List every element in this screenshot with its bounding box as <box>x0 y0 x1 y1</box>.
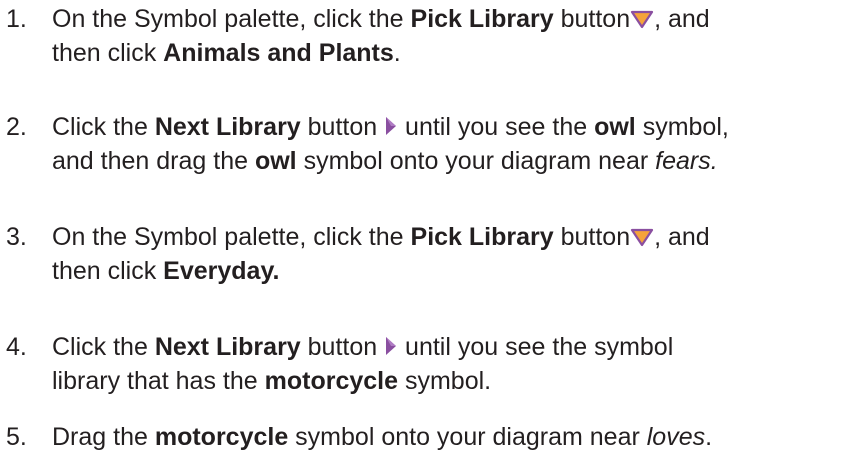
pick-library-label: Pick Library <box>410 5 554 33</box>
next-library-arrow-icon <box>384 335 398 357</box>
text-span: button <box>300 113 385 141</box>
symbol-name: motorcycle <box>154 423 289 451</box>
text-span: Click the <box>52 333 155 361</box>
step-line: On the Symbol palette, click the Pick Li… <box>52 220 852 254</box>
step-text: On the Symbol palette, click the Pick Li… <box>52 220 852 288</box>
pick-library-triangle-icon <box>630 9 654 29</box>
step-number: 3. <box>6 223 27 251</box>
text-span: library that has the <box>52 367 265 395</box>
text-span: . <box>393 39 401 67</box>
symbol-name: motorcycle <box>264 367 399 395</box>
next-library-label: Next Library <box>154 113 301 141</box>
library-name: Animals and Plants <box>163 39 394 67</box>
step-line: Click the Next Library button until you … <box>52 330 852 364</box>
step-number: 2. <box>6 113 27 141</box>
step-line: Click the Next Library button until you … <box>52 110 852 144</box>
diagram-word: fears. <box>655 147 718 175</box>
text-span: On the Symbol palette, click the <box>52 5 411 33</box>
diagram-word: loves <box>646 423 706 451</box>
text-span: , and <box>654 223 710 251</box>
step-number: 5. <box>6 423 27 451</box>
step-text: Click the Next Library button until you … <box>52 330 852 398</box>
symbol-name: owl <box>594 113 636 141</box>
next-library-label: Next Library <box>154 333 301 361</box>
symbol-name: owl <box>254 147 297 175</box>
step-line: then click Everyday. <box>52 254 852 288</box>
step-line: then click Animals and Plants. <box>52 36 852 70</box>
next-library-arrow-icon <box>384 115 398 137</box>
step-line: Drag the motorcycle symbol onto your dia… <box>52 420 852 454</box>
library-name: Everyday. <box>163 257 280 285</box>
text-span: symbol onto your diagram near <box>288 423 647 451</box>
text-span: until you see the <box>398 113 595 141</box>
step-number: 4. <box>6 333 27 361</box>
step-number: 1. <box>6 5 27 33</box>
pick-library-triangle-icon <box>630 227 654 247</box>
pick-library-label: Pick Library <box>410 223 554 251</box>
text-span: Drag the <box>52 423 155 451</box>
text-span: button <box>300 333 385 361</box>
text-span: button <box>553 223 631 251</box>
text-span: until you see the symbol <box>398 333 674 361</box>
step-line: library that has the motorcycle symbol. <box>52 364 852 398</box>
text-span: symbol onto your diagram near <box>296 147 656 175</box>
text-span: Click the <box>52 113 155 141</box>
text-span: On the Symbol palette, click the <box>52 223 411 251</box>
step-line: and then drag the owl symbol onto your d… <box>52 144 852 178</box>
text-span: button <box>553 5 631 33</box>
text-span: then click <box>52 257 164 285</box>
text-span: symbol, <box>635 113 729 141</box>
text-span: symbol. <box>398 367 492 395</box>
step-text: On the Symbol palette, click the Pick Li… <box>52 2 852 70</box>
text-span: , and <box>654 5 710 33</box>
text-span: and then drag the <box>52 147 255 175</box>
text-span: then click <box>52 39 164 67</box>
step-text: Click the Next Library button until you … <box>52 110 852 178</box>
step-line: On the Symbol palette, click the Pick Li… <box>52 2 852 36</box>
text-span: . <box>705 423 713 451</box>
step-text: Drag the motorcycle symbol onto your dia… <box>52 420 852 454</box>
